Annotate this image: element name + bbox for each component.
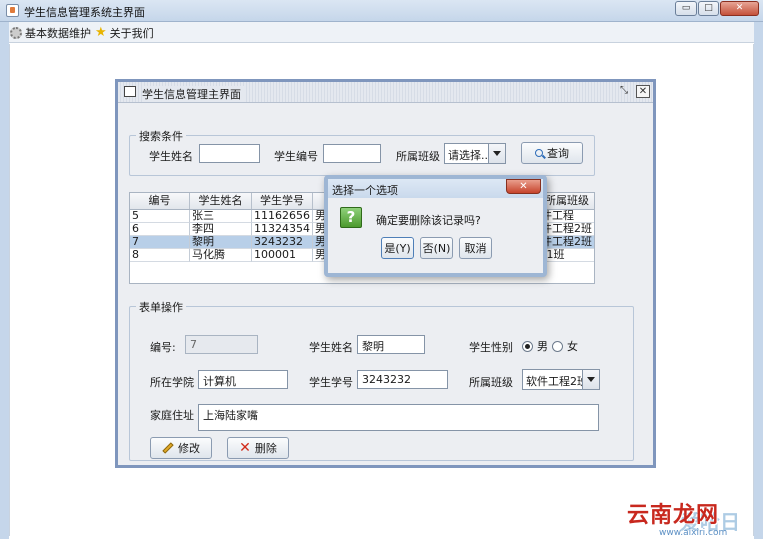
column-header[interactable]: 编号	[130, 193, 190, 209]
cell-class: 件工程	[539, 210, 594, 223]
cell-name: 马化腾	[190, 249, 252, 262]
column-header[interactable]: 学生学号	[252, 193, 313, 209]
menu-basic-data-label: 基本数据维护	[25, 26, 91, 40]
form-address-label: 家庭住址	[150, 409, 194, 422]
star-icon: ★	[95, 24, 107, 40]
search-name-input[interactable]	[199, 144, 260, 163]
form-address-field[interactable]: 上海陆家嘴	[198, 404, 599, 431]
search-id-label: 学生编号	[274, 150, 318, 163]
delete-button[interactable]: ✕ 删除	[227, 437, 289, 459]
cell-class: 件工程2班	[539, 223, 594, 236]
search-class-label: 所属班级	[396, 150, 440, 163]
frame-icon	[124, 86, 136, 97]
maximize-button[interactable]: □	[698, 1, 719, 16]
cell-name: 李四	[190, 223, 252, 236]
restore-icon[interactable]: ⤡	[617, 85, 631, 98]
form-group: 表单操作 编号: 7 学生姓名 黎明 学生性别 男 女 所在学院 计算机 学生学…	[129, 299, 634, 461]
pencil-icon	[162, 442, 174, 454]
confirm-dialog: 选择一个选项 ✕ ? 确定要删除该记录吗? 是(Y) 否(N) 取消	[324, 175, 547, 277]
watermark-logo: 云南龙网	[627, 502, 720, 528]
form-id-field: 7	[185, 335, 258, 354]
window-border-left	[0, 22, 9, 539]
cell-number: 11162656	[252, 210, 313, 223]
cancel-button[interactable]: 取消	[459, 237, 492, 259]
question-icon: ?	[340, 207, 362, 228]
chevron-down-icon[interactable]	[582, 370, 599, 389]
gear-icon	[10, 26, 22, 39]
window-border-right	[754, 22, 763, 539]
cell-number: 100001	[252, 249, 313, 262]
search-button[interactable]: 查询	[521, 142, 583, 164]
cell-name: 张三	[190, 210, 252, 223]
menu-basic-data[interactable]: 基本数据维护	[10, 25, 91, 40]
edit-button-label: 修改	[178, 442, 200, 455]
form-legend: 表单操作	[136, 299, 186, 315]
frame-close-icon[interactable]: ✕	[636, 85, 650, 98]
column-header[interactable]: 学生姓名	[190, 193, 252, 209]
form-class-value: 软件工程2班	[526, 375, 582, 388]
form-number-label: 学生学号	[309, 376, 353, 389]
form-gender-label: 学生性别	[469, 341, 513, 354]
search-id-input[interactable]	[323, 144, 381, 163]
search-class-value: 请选择...	[448, 149, 488, 162]
search-legend: 搜索条件	[136, 128, 186, 144]
delete-button-label: 删除	[254, 442, 277, 455]
form-class-select[interactable]: 软件工程2班	[522, 369, 600, 390]
cell-id: 6	[130, 223, 190, 236]
search-class-select[interactable]: 请选择...	[444, 143, 506, 164]
cell-id: 5	[130, 210, 190, 223]
menu-about-us[interactable]: ★ 关于我们	[95, 25, 154, 40]
menubar: 基本数据维护 ★ 关于我们	[0, 22, 763, 43]
form-id-label: 编号:	[150, 341, 176, 354]
close-button[interactable]: ✕	[720, 1, 759, 16]
cell-class: 件工程2班	[539, 236, 594, 249]
cell-number: 3243232	[252, 236, 313, 249]
form-class-label: 所属班级	[469, 376, 513, 389]
dialog-message: 确定要删除该记录吗?	[376, 214, 481, 227]
dialog-close-button[interactable]: ✕	[506, 179, 541, 194]
radio-empty-icon	[552, 340, 563, 352]
search-button-label: 查询	[547, 147, 569, 160]
gender-female-radio[interactable]: 女	[552, 338, 578, 354]
minimize-button[interactable]: ▭	[675, 1, 697, 16]
cell-name: 黎明	[190, 236, 252, 249]
cell-number: 11324354	[252, 223, 313, 236]
gender-female-label: 女	[567, 340, 578, 353]
chevron-down-icon[interactable]	[488, 144, 505, 163]
internal-frame-title: 学生信息管理主界面	[142, 86, 244, 102]
watermark-url: www.aixiri.com	[659, 528, 728, 538]
form-number-field[interactable]: 3243232	[357, 370, 448, 389]
column-header[interactable]: 所属班级	[539, 193, 594, 209]
dialog-titlebar[interactable]: 选择一个选项 ✕	[328, 179, 543, 198]
search-group: 搜索条件 学生姓名 学生编号 所属班级 请选择... 查询	[129, 128, 595, 176]
form-name-field[interactable]: 黎明	[357, 335, 425, 354]
gender-male-label: 男	[537, 340, 548, 353]
form-college-field[interactable]: 计算机	[198, 370, 288, 389]
cell-id: 7	[130, 236, 190, 249]
gender-male-radio[interactable]: 男	[522, 338, 548, 354]
yes-button[interactable]: 是(Y)	[381, 237, 414, 259]
search-name-label: 学生姓名	[149, 150, 193, 163]
form-college-label: 所在学院	[150, 376, 194, 389]
window-titlebar: 学生信息管理系统主界面 ▭ □ ✕	[0, 0, 763, 22]
window-title: 学生信息管理系统主界面	[24, 6, 145, 19]
delete-x-icon: ✕	[239, 440, 251, 456]
no-button[interactable]: 否(N)	[420, 237, 453, 259]
search-icon	[535, 149, 543, 157]
cell-id: 8	[130, 249, 190, 262]
radio-selected-icon	[522, 340, 533, 352]
form-name-label: 学生姓名	[309, 341, 353, 354]
app-icon	[6, 4, 19, 17]
edit-button[interactable]: 修改	[150, 437, 212, 459]
menu-about-us-label: 关于我们	[109, 26, 154, 40]
cell-class: ‡1班	[539, 249, 594, 262]
internal-frame-titlebar[interactable]: 学生信息管理主界面 ⤡ ✕	[118, 82, 653, 103]
dialog-title: 选择一个选项	[332, 184, 398, 197]
